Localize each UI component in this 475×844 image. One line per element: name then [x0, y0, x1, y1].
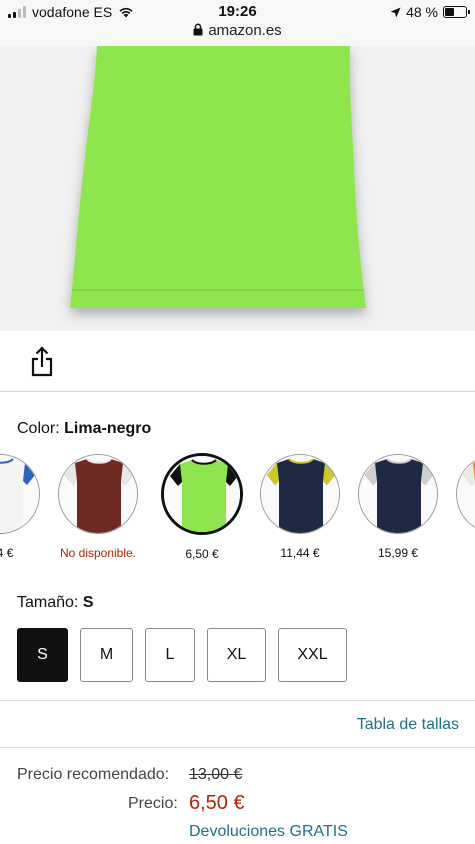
- product-image[interactable]: [0, 46, 475, 331]
- swatch-thumbnail: [161, 453, 243, 535]
- color-swatch[interactable]: 15,99 €: [349, 452, 447, 560]
- battery-icon: [443, 6, 470, 18]
- color-swatches: ,44 € No disponible. 6,50 € 11,44 € 15,99 € N…: [0, 452, 475, 570]
- size-button-l[interactable]: L: [145, 628, 195, 682]
- color-label: Color: Lima-negro: [17, 420, 151, 438]
- size-button-m[interactable]: M: [80, 628, 133, 682]
- size-label-key: Tamaño:: [17, 594, 79, 611]
- size-chart-link[interactable]: Tabla de tallas: [357, 716, 459, 734]
- color-swatch[interactable]: 6,50 €: [153, 452, 251, 561]
- swatch-price: No disponible.: [59, 546, 137, 560]
- selected-color: Lima-negro: [64, 420, 152, 437]
- lock-icon: [193, 23, 203, 36]
- swatch-price: ,44 €: [0, 546, 14, 560]
- color-swatch[interactable]: No disponible.: [49, 452, 147, 560]
- swatch-thumbnail: [0, 454, 40, 534]
- price-label: Precio:: [128, 795, 178, 812]
- swatch-price: 15,99 €: [377, 546, 419, 560]
- size-button-xl[interactable]: XL: [207, 628, 266, 682]
- swatch-price: No d: [447, 546, 475, 560]
- price: 6,50 €: [189, 792, 245, 814]
- swatch-thumbnail: [358, 454, 438, 534]
- size-label: Tamaño: S: [17, 594, 94, 612]
- url-bar[interactable]: amazon.es: [0, 22, 475, 39]
- battery-fill: [445, 8, 455, 16]
- divider: [0, 700, 475, 701]
- color-swatch[interactable]: No d: [447, 452, 475, 560]
- color-label-key: Color:: [17, 420, 60, 437]
- swatch-thumbnail: [58, 454, 138, 534]
- color-swatch[interactable]: 11,44 €: [251, 452, 349, 560]
- status-right: 48 %: [390, 4, 470, 20]
- selected-size: S: [82, 594, 94, 611]
- status-bar: vodafone ES 19:26 amazon.es 48 %: [0, 0, 475, 46]
- color-swatch[interactable]: ,44 €: [0, 452, 49, 560]
- size-button-xxl[interactable]: XXL: [278, 628, 347, 682]
- share-icon: [31, 346, 53, 377]
- location-arrow-icon: [390, 7, 401, 17]
- swatch-thumbnail: [456, 454, 475, 534]
- battery-percent: 48 %: [406, 4, 438, 20]
- swatch-price: 11,44 €: [280, 546, 320, 560]
- divider: [0, 391, 475, 392]
- shirt-image: [70, 46, 366, 308]
- divider: [0, 747, 475, 748]
- size-button-s[interactable]: S: [17, 628, 68, 682]
- list-price-label: Precio recomendado:: [17, 766, 170, 783]
- swatch-price: 6,50 €: [185, 547, 219, 561]
- list-price: 13,00 €: [189, 766, 243, 783]
- free-returns-link[interactable]: Devoluciones GRATIS: [189, 823, 348, 841]
- url-text: amazon.es: [208, 22, 282, 39]
- swatch-thumbnail: [260, 454, 340, 534]
- share-button[interactable]: [28, 346, 56, 378]
